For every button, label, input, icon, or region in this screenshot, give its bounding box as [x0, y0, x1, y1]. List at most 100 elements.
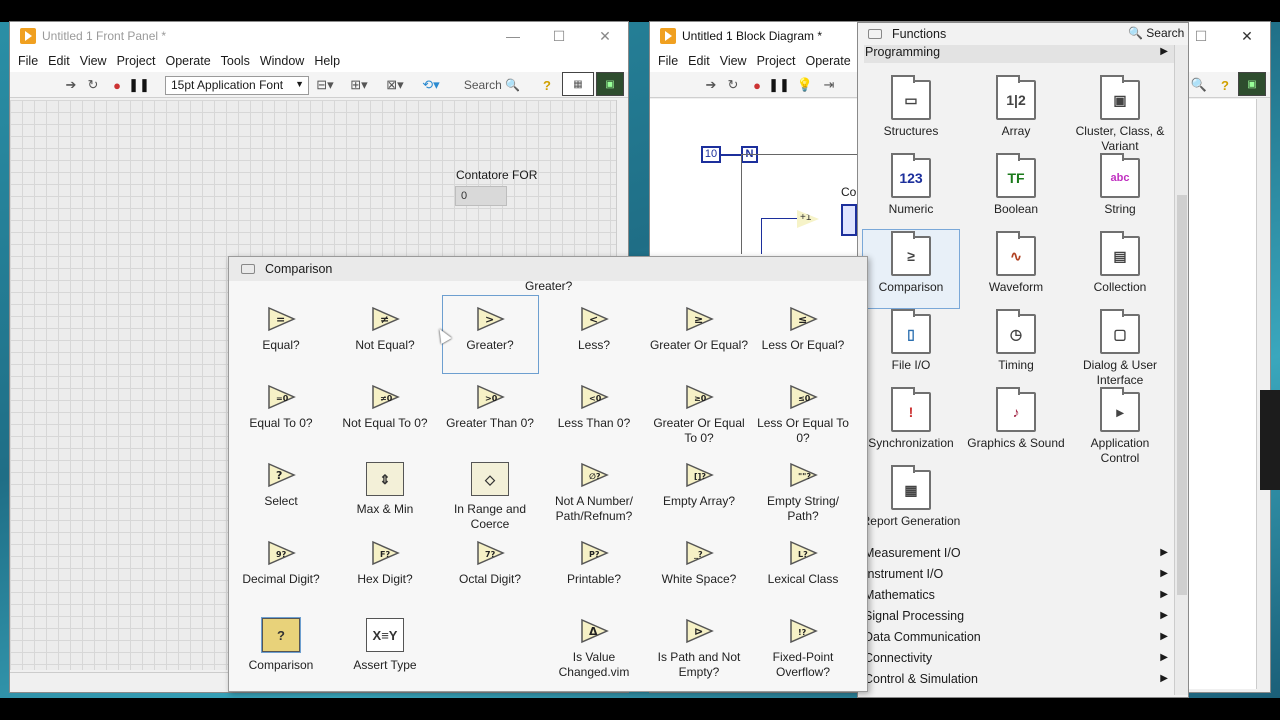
palette-item-file-io[interactable]: ▯ File I/O [861, 309, 961, 373]
run-arrow-icon[interactable]: ➔ [62, 76, 80, 94]
comparison-item-not-a-number[interactable]: ∅? Not A Number/ Path/Refnum? [542, 462, 646, 524]
comparison-palette-header[interactable]: Comparison [229, 257, 867, 281]
comparison-item-greater[interactable]: > Greater? [438, 306, 542, 353]
pause-icon[interactable]: ❚❚ [768, 76, 790, 94]
pin-icon[interactable] [241, 264, 255, 274]
comparison-item-max-min[interactable]: ⇕ Max & Min [333, 462, 437, 517]
palette-item-timing[interactable]: ◷ Timing [966, 309, 1066, 373]
help-icon[interactable]: ? [538, 76, 556, 94]
pause-icon[interactable]: ❚❚ [128, 76, 150, 94]
menu-window[interactable]: Window [260, 54, 304, 68]
comparison-item-less-or-equal-to-0[interactable]: ≤0 Less Or Equal To 0? [751, 384, 855, 446]
run-arrow-icon[interactable]: ➔ [702, 76, 720, 94]
vi-icon[interactable]: ▣ [596, 72, 624, 96]
palette-scroll-thumb[interactable] [1177, 195, 1187, 595]
palette-item-collection[interactable]: ▤ Collection [1070, 231, 1170, 295]
comparison-item-comparison-express[interactable]: ? Comparison [229, 617, 333, 673]
maximize-icon[interactable]: ☐ [536, 22, 582, 50]
palette-scrollbar[interactable] [1174, 45, 1188, 695]
category-control-simulation[interactable]: Control & Simulation ▶ [864, 668, 1172, 689]
palette-item-graphics-sound[interactable]: ♪ Graphics & Sound [966, 387, 1066, 451]
menu-file[interactable]: File [18, 54, 38, 68]
category-mathematics[interactable]: Mathematics ▶ [864, 584, 1172, 605]
palette-item-structures[interactable]: ▭ Structures [861, 75, 961, 139]
comparison-item-equal[interactable]: = Equal? [229, 306, 333, 353]
category-signal-processing[interactable]: Signal Processing ▶ [864, 605, 1172, 626]
menu-tools[interactable]: Tools [221, 54, 250, 68]
category-connectivity[interactable]: Connectivity ▶ [864, 647, 1172, 668]
comparison-item-octal-digit[interactable]: 7? Octal Digit? [438, 540, 542, 587]
close-icon[interactable]: ✕ [582, 22, 628, 50]
palette-item-string[interactable]: abc String [1070, 153, 1170, 217]
comparison-item-not-equal-to-0[interactable]: ≠0 Not Equal To 0? [333, 384, 437, 431]
indicator-value[interactable]: 0 [455, 186, 507, 206]
palette-item-synchronization[interactable]: ! Synchronization [861, 387, 961, 451]
comparison-item-greater-or-equal[interactable]: ≥ Greater Or Equal? [647, 306, 751, 353]
comparison-item-fixed-point-overflow[interactable]: !? Fixed-Point Overflow? [751, 618, 855, 680]
align-objects-icon[interactable]: ⊟▾ [312, 76, 338, 94]
comparison-item-white-space[interactable]: _? White Space? [647, 540, 751, 587]
distribute-objects-icon[interactable]: ⊞▾ [346, 76, 372, 94]
menu-edit[interactable]: Edit [688, 54, 710, 68]
font-selector[interactable]: 15pt Application Font ▼ [165, 76, 309, 95]
comparison-item-greater-or-equal-to-0[interactable]: ≥0 Greater Or Equal To 0? [647, 384, 751, 446]
palette-item-numeric[interactable]: 123 Numeric [861, 153, 961, 217]
minimize-icon[interactable]: — [490, 22, 536, 50]
resize-objects-icon[interactable]: ⊠▾ [382, 76, 408, 94]
run-continuously-icon[interactable]: ↻ [724, 76, 742, 94]
palette-item-array[interactable]: 1|2 Array [966, 75, 1066, 139]
comparison-item-in-range-coerce[interactable]: ◇ In Range and Coerce [438, 462, 542, 532]
search-icon[interactable]: 🔍 [1190, 76, 1208, 94]
category-instrument-io[interactable]: Instrument I/O ▶ [864, 563, 1172, 584]
vi-icon[interactable]: ▣ [1238, 72, 1266, 96]
comparison-item-printable[interactable]: P? Printable? [542, 540, 646, 587]
category-header-programming[interactable]: Programming ▶ [864, 45, 1174, 63]
highlight-execution-icon[interactable]: 💡 [796, 76, 814, 94]
step-icon[interactable]: ⇥ [820, 76, 838, 94]
menu-help[interactable]: Help [314, 54, 340, 68]
comparison-item-lexical-class[interactable]: L? Lexical Class [751, 540, 855, 587]
comparison-item-is-path-not-empty[interactable]: ⊳ Is Path and Not Empty? [647, 618, 751, 680]
menu-project[interactable]: Project [757, 54, 796, 68]
reorder-icon[interactable]: ⟲▾ [418, 76, 444, 94]
connector-pane-icon[interactable]: ▦ [562, 72, 594, 96]
comparison-item-assert-type[interactable]: X≡Y Assert Type [333, 618, 437, 673]
comparison-item-is-value-changed[interactable]: Δ Is Value Changed.vim [542, 618, 646, 680]
run-continuously-icon[interactable]: ↻ [84, 76, 102, 94]
palette-item-cluster[interactable]: ▣ Cluster, Class, & Variant [1070, 75, 1170, 154]
comparison-item-decimal-digit[interactable]: 9? Decimal Digit? [229, 540, 333, 587]
comparison-item-less-or-equal[interactable]: ≤ Less Or Equal? [751, 306, 855, 353]
help-icon[interactable]: ? [1216, 76, 1234, 94]
menu-edit[interactable]: Edit [48, 54, 70, 68]
close-icon[interactable]: ✕ [1224, 22, 1270, 50]
comparison-item-less[interactable]: < Less? [542, 306, 646, 353]
comparison-item-empty-string-path[interactable]: ""? Empty String/ Path? [751, 462, 855, 524]
menu-view[interactable]: View [80, 54, 107, 68]
comparison-item-greater-than-0[interactable]: >0 Greater Than 0? [438, 384, 542, 431]
indicator-terminal[interactable] [841, 204, 857, 236]
palette-search-button[interactable]: 🔍 Search [1128, 26, 1184, 40]
menu-view[interactable]: View [720, 54, 747, 68]
menu-operate[interactable]: Operate [805, 54, 850, 68]
comparison-item-empty-array[interactable]: []? Empty Array? [647, 462, 751, 509]
category-measurement-io[interactable]: Measurement I/O ▶ [864, 542, 1172, 563]
menu-operate[interactable]: Operate [165, 54, 210, 68]
abort-icon[interactable]: ● [108, 76, 126, 94]
functions-palette-header[interactable]: Functions 🔍 Search [858, 23, 1188, 45]
palette-item-comparison[interactable]: ≥ Comparison [862, 229, 960, 309]
comparison-item-less-than-0[interactable]: <0 Less Than 0? [542, 384, 646, 431]
menu-file[interactable]: File [658, 54, 678, 68]
menu-project[interactable]: Project [117, 54, 156, 68]
front-panel-titlebar[interactable]: Untitled 1 Front Panel * — ☐ ✕ [10, 22, 628, 50]
search-field[interactable]: Search 🔍 [456, 76, 528, 94]
loop-count-constant[interactable]: 10 [701, 146, 721, 163]
category-data-communication[interactable]: Data Communication ▶ [864, 626, 1172, 647]
comparison-item-select[interactable]: ? Select [229, 462, 333, 509]
comparison-item-not-equal[interactable]: ≠ Not Equal? [333, 306, 437, 353]
abort-icon[interactable]: ● [748, 76, 766, 94]
comparison-item-equal-to-0[interactable]: =0 Equal To 0? [229, 384, 333, 431]
palette-item-boolean[interactable]: TF Boolean [966, 153, 1066, 217]
palette-item-report-generation[interactable]: ▦ Report Generation [861, 465, 961, 529]
palette-item-application-control[interactable]: ▸ Application Control [1070, 387, 1170, 466]
pin-icon[interactable] [868, 29, 882, 39]
